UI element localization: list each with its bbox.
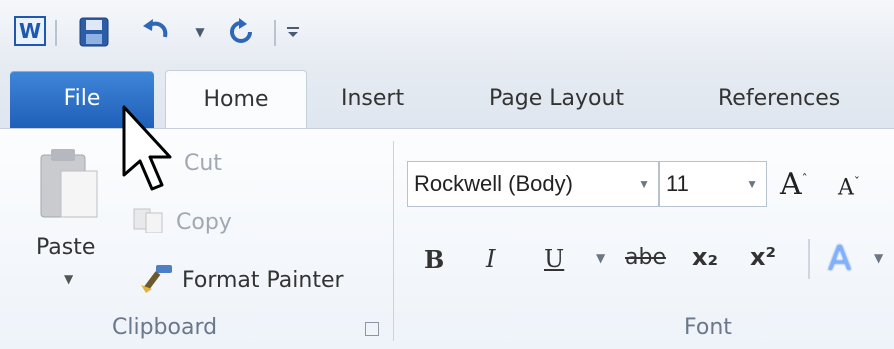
customize-qat-icon[interactable] — [285, 18, 301, 46]
copy-label: Copy — [176, 209, 232, 235]
save-icon[interactable] — [76, 17, 112, 47]
text-effects-dropdown-icon[interactable]: ▼ — [874, 251, 883, 265]
format-painter-icon — [138, 263, 174, 297]
underline-button[interactable]: U — [544, 245, 564, 273]
group-divider — [393, 141, 394, 341]
copy-icon — [132, 207, 168, 237]
cut-button[interactable]: Cut — [170, 151, 222, 176]
superscript-button[interactable]: x² — [750, 243, 776, 271]
cut-label: Cut — [184, 151, 222, 176]
font-separator — [808, 239, 810, 279]
underline-dropdown-icon[interactable]: ▼ — [596, 251, 605, 265]
subscript-button[interactable]: x₂ — [692, 243, 718, 271]
format-painter-label: Format Painter — [182, 267, 344, 293]
strikethrough-button[interactable]: abe — [625, 245, 666, 270]
clipboard-launcher-icon[interactable] — [365, 322, 379, 336]
format-painter-button[interactable]: Format Painter — [138, 263, 344, 297]
font-size-combo[interactable]: 11 ▼ — [659, 161, 767, 207]
font-name-combo[interactable]: Rockwell (Body) ▼ — [407, 161, 659, 207]
qat-separator — [274, 20, 276, 46]
italic-button[interactable]: I — [486, 245, 495, 273]
chevron-down-icon: ▼ — [746, 177, 758, 191]
ribbon-tabs: File Home Insert Page Layout References — [0, 66, 894, 131]
tab-home[interactable]: Home — [165, 70, 307, 131]
quick-access-toolbar: W ▼ — [0, 0, 894, 67]
clipboard-group-label: Clipboard — [112, 315, 218, 340]
shrink-font-icon[interactable]: Aˇ — [838, 175, 860, 200]
text-effects-icon[interactable]: A — [828, 239, 851, 279]
paste-dropdown-icon[interactable]: ▼ — [64, 272, 73, 286]
tab-references[interactable]: References — [718, 70, 840, 128]
font-group-label: Font — [684, 315, 732, 340]
font-size-value: 11 — [666, 171, 689, 196]
paste-button-label[interactable]: Paste — [36, 235, 95, 260]
word-window: W ▼ File Home Insert Page Layout Referen… — [0, 0, 894, 349]
undo-icon[interactable] — [140, 18, 170, 46]
undo-dropdown-icon[interactable]: ▼ — [193, 18, 207, 46]
tab-file[interactable]: File — [10, 71, 154, 129]
word-app-icon[interactable]: W — [14, 16, 46, 46]
tab-insert[interactable]: Insert — [341, 70, 404, 128]
paste-icon[interactable] — [37, 145, 101, 225]
font-name-value: Rockwell (Body) — [414, 171, 573, 196]
tab-page-layout[interactable]: Page Layout — [489, 70, 624, 128]
grow-font-icon[interactable]: Aˆ — [780, 167, 808, 202]
copy-button[interactable]: Copy — [132, 207, 232, 237]
qat-separator — [55, 20, 57, 46]
bold-button[interactable]: B — [424, 245, 444, 274]
chevron-down-icon: ▼ — [638, 177, 650, 191]
ribbon-home-panel: Paste ▼ Cut Copy Format Painter Clipboar… — [0, 128, 894, 349]
redo-icon[interactable] — [226, 18, 256, 46]
